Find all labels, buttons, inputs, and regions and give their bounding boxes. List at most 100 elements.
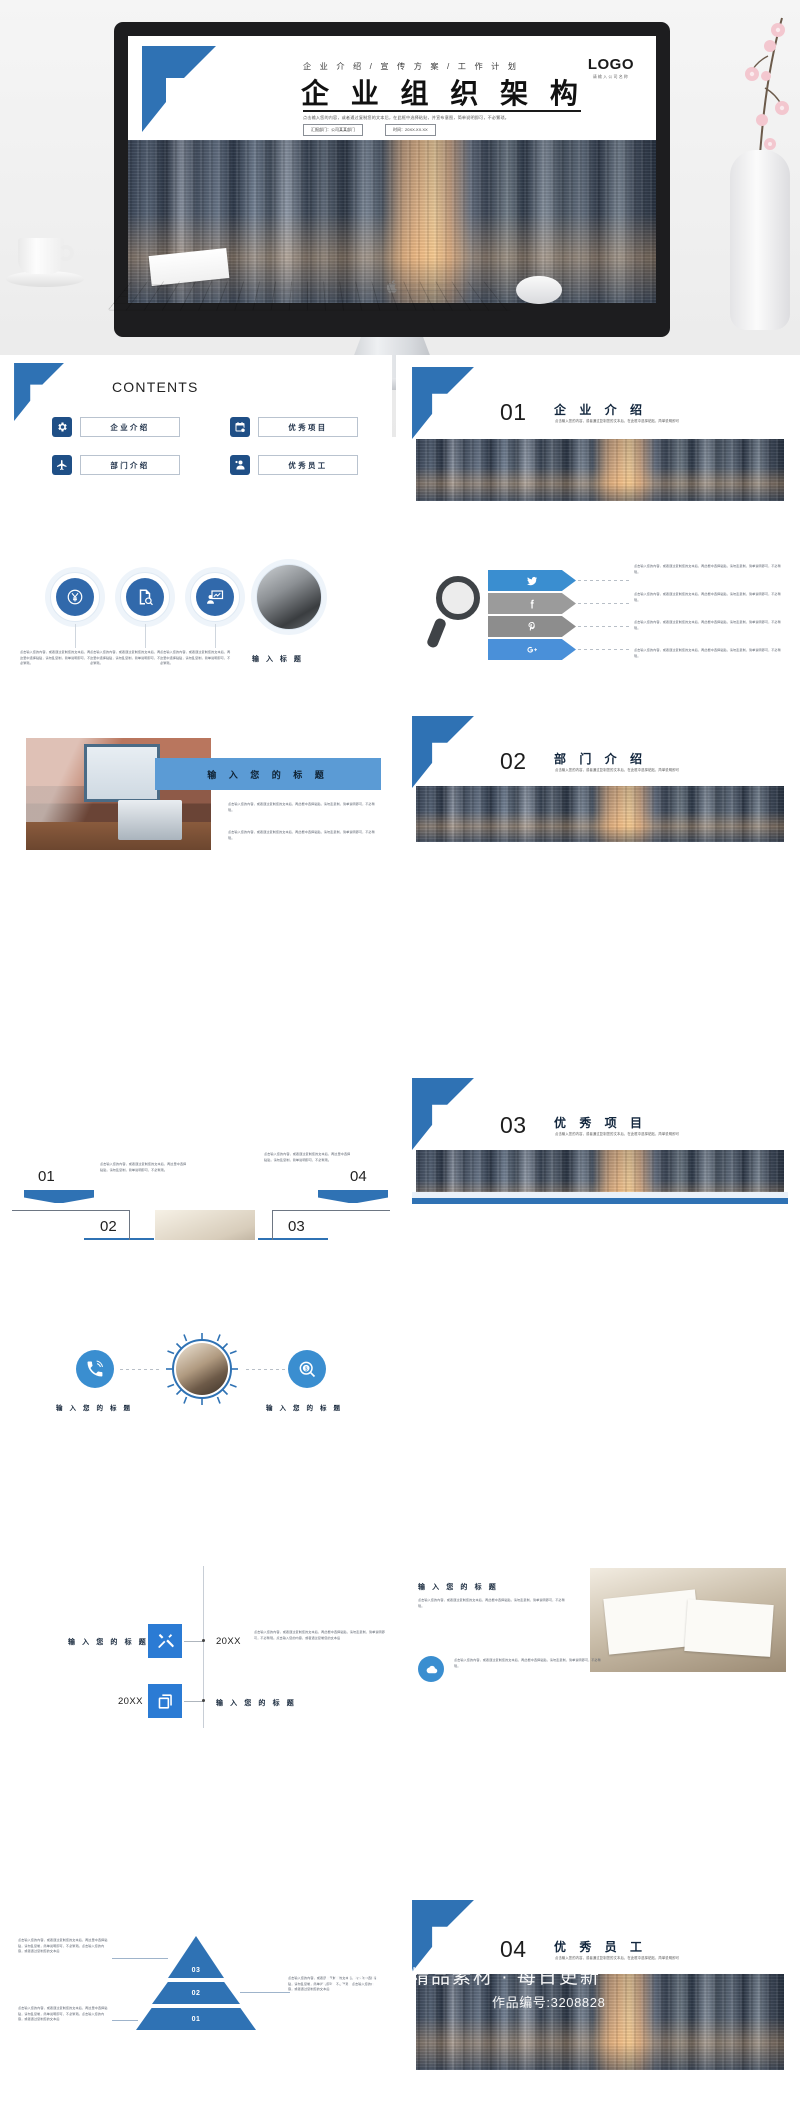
report2-text: 点击输入您的内容，或者通过复制您的文本后，再此框中选择粘贴，请勿乱复制，简单说明…	[418, 1598, 565, 1608]
section-city-photo	[416, 439, 784, 501]
pyramid-level-label: 01	[191, 2015, 201, 2023]
section-city-photo	[416, 786, 784, 842]
section-title: 优 秀 员 工	[554, 1940, 648, 1954]
report-accent-bar	[412, 1198, 788, 1204]
pinterest-icon	[528, 621, 535, 631]
step-text-01: 点击输入您的内容，或者通过复制您的文本后，再这里中选择粘贴，请勿乱复制，简单说明…	[100, 1162, 187, 1172]
pyramid-text-right: 点击输入您的内容，或者通过复制您的文本后，再这里中选择粘贴，请勿乱复制，简单说明…	[288, 1976, 378, 1992]
contents-item-2[interactable]: 优秀项目	[230, 417, 358, 437]
copy-icon[interactable]	[148, 1684, 182, 1718]
contents-heading: CONTENTS	[112, 379, 199, 395]
timeline-label-1: 输 入 您 的 标 题	[68, 1639, 149, 1646]
section-divider-04: 04 优 秀 员 工 点击输入您的内容，或者通过复制您的文本后，在此框中选择粘贴…	[396, 1870, 800, 2070]
timeline-year-2: 20XX	[118, 1696, 143, 1707]
circle-caption-3: 点击输入您的内容，或者通过复制您的文本后，再这里中选择粘贴，请勿乱复制，简单说明…	[160, 650, 231, 666]
social-row-googleplus[interactable]	[488, 639, 576, 660]
logo-subtext: 请输入公司名称	[592, 74, 630, 79]
office-body-2: 点击输入您的内容，或者通过复制您的文本后，再此框中选择粘贴，请勿乱复制，简单说明…	[228, 830, 375, 840]
clock-right-title: 输 入 您 的 标 题	[266, 1405, 343, 1412]
step-text-04: 点击输入您的内容，或者通过复制您的文本后，再这里中选择粘贴，请勿乱复制，简单说明…	[264, 1152, 351, 1162]
timeline-connector	[184, 1641, 204, 1642]
title-meta: 汇报部门：公司某某部门 时间：20XX.XX.XX	[303, 124, 436, 136]
section-subtitle: 点击输入您的内容，或者通过复制您的文本后，在此框中选择粘贴，简单说明即可	[555, 419, 680, 423]
connector-line	[578, 580, 630, 581]
pyramid-level-label: 03	[191, 1967, 201, 1974]
title-underline	[303, 110, 581, 112]
section-city-photo	[416, 1150, 784, 1192]
social-text-2: 点击输入您的内容，或者通过复制您的文本后，再此框中选择粘贴，请勿乱复制，简单说明…	[634, 592, 781, 602]
svg-text:$: $	[305, 1366, 308, 1372]
coffee-cup	[6, 238, 84, 290]
pyramid-slide: 03 02 01 点击输入您的内容，或者通过复制您的文本后，再这里中选择粘贴，请…	[0, 1880, 392, 2080]
section-city-photo	[416, 1974, 784, 2070]
section-number: 03	[500, 1112, 527, 1138]
connector-line	[578, 649, 630, 650]
chart-sheet-2	[684, 1599, 774, 1657]
plane-icon	[52, 455, 72, 475]
circle-photo-caption: 输 入 标 题	[252, 656, 304, 663]
laptop	[118, 800, 182, 840]
title-subtitle: 点击输入您的内容，或者通过复制您的文本后，在此框中选择粘贴，并宣布意图，简单说明…	[303, 115, 510, 120]
contents-item-4[interactable]: 优秀员工	[230, 455, 358, 475]
pyramid-level-1[interactable]: 01	[136, 2008, 256, 2030]
page-title: 企 业 组 织 架 构	[301, 78, 585, 109]
pyramid-level-3[interactable]: 03	[168, 1936, 224, 1978]
process-line	[129, 1210, 130, 1240]
circle-caption-1: 点击输入您的内容，或者通过复制您的文本后，再这里中选择粘贴，请勿乱复制，简单说明…	[20, 650, 91, 666]
pyramid-leader-line	[240, 1992, 290, 1993]
section-divider-03: 03 优 秀 项 目 点击输入您的内容，或者通过复制您的文本后，在此框中选择粘贴…	[396, 1040, 800, 1192]
stem-line	[75, 624, 76, 648]
step-banner-03	[258, 1238, 328, 1240]
chart-report-photo	[155, 1210, 255, 1240]
document-search-icon	[126, 578, 164, 616]
step-number-01: 01	[38, 1168, 55, 1185]
cloud-icon[interactable]	[418, 1656, 444, 1682]
corner-arrow-icon	[142, 46, 216, 132]
process-line	[12, 1210, 130, 1211]
step-banner-01	[24, 1190, 94, 1203]
timeline-dot	[202, 1699, 205, 1702]
phone-search-slide: $ 输 入 您 的 标 题 点击输入您的内容，或者通过复制您的文本后，再此框中选…	[0, 1250, 392, 1415]
timeline-dot	[202, 1639, 205, 1642]
phone-icon[interactable]	[76, 1350, 114, 1388]
vase	[730, 150, 790, 330]
meta-department: 汇报部门：公司某某部门	[303, 124, 363, 136]
section-subtitle: 点击输入您的内容，或者通过复制您的文本后，在此框中选择粘贴，简单说明即可	[555, 1132, 680, 1136]
clock-photo-circle	[256, 564, 322, 630]
poster-page: 企 业 介 绍 / 宣 传 方 案 / 工 作 计 划 企 业 组 织 架 构 …	[0, 0, 800, 2122]
user-icon	[230, 455, 250, 475]
circle-step-1[interactable]	[50, 572, 100, 622]
coin-search-icon[interactable]: $	[288, 1350, 326, 1388]
tools-icon[interactable]	[148, 1624, 182, 1658]
facebook-icon	[530, 599, 534, 608]
contents-slide: CONTENTS 企业介绍 优秀项目 部门介绍 优秀员工	[0, 355, 392, 507]
section-number: 02	[500, 748, 527, 774]
office-photo-slide: 输 入 您 的 标 题 点击输入您的内容，或者通过复制您的文本后，再此框中选择粘…	[0, 680, 392, 850]
social-row-facebook[interactable]	[488, 593, 576, 614]
social-chevron-slide: 点击输入您的内容，或者通过复制您的文本后，再此框中选择粘贴，请勿乱复制，简单说明…	[400, 520, 800, 670]
timeline-label-2: 输 入 您 的 标 题	[216, 1700, 297, 1707]
clock-left-title: 输 入 您 的 标 题	[56, 1405, 133, 1412]
pyramid-text-top-left: 点击输入您的内容，或者通过复制您的文本后，再这里中选择粘贴，请勿乱复制，简单说明…	[18, 1938, 108, 1954]
meta-time: 时间：20XX.XX.XX	[385, 124, 436, 136]
googleplus-icon	[527, 646, 537, 653]
report2-charts-photo	[590, 1568, 786, 1672]
contents-item-1[interactable]: 企业介绍	[52, 417, 180, 437]
circle-step-3[interactable]	[190, 572, 240, 622]
timeline-text-1: 点击输入您的内容，或者通过复制您的文本后，再此框中选择粘贴，请勿乱复制，简单说明…	[254, 1630, 385, 1640]
twitter-icon	[527, 576, 537, 585]
corner-arrow-icon	[412, 1900, 474, 1972]
title-eyebrow: 企 业 介 绍 / 宣 传 方 案 / 工 作 计 划	[303, 62, 520, 71]
section-divider-01: 01 企 业 介 绍 点击输入您的内容，或者通过复制您的文本后，在此框中选择粘贴…	[396, 355, 800, 507]
contents-item-3[interactable]: 部门介绍	[52, 455, 180, 475]
social-row-pinterest[interactable]	[488, 616, 576, 637]
social-row-twitter[interactable]	[488, 570, 576, 591]
circle-step-2[interactable]	[120, 572, 170, 622]
section-divider-02: 02 部 门 介 绍 点击输入您的内容，或者通过复制您的文本后，在此框中选择粘贴…	[396, 690, 800, 842]
cup-body	[18, 238, 64, 274]
connector-line	[578, 626, 630, 627]
magnifier-icon	[436, 576, 480, 620]
timeline-slide: 输 入 您 的 标 题 20XX 点击输入您的内容，或者通过复制您的文本后，再此…	[0, 1560, 392, 1745]
timeline-year-1: 20XX	[216, 1636, 241, 1647]
pyramid-level-2[interactable]: 02	[152, 1982, 240, 2004]
